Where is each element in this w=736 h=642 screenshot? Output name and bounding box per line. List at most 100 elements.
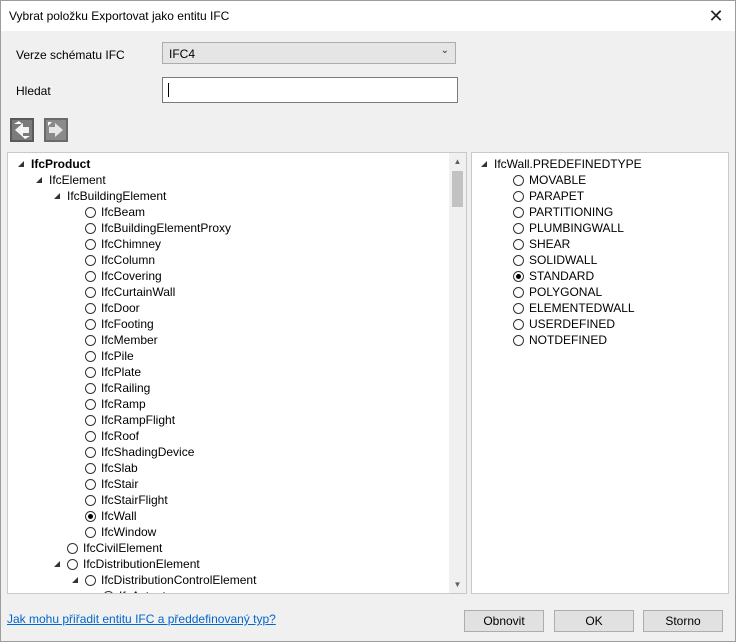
tree-item-ifcmember[interactable]: IfcMember xyxy=(85,332,158,348)
tree-expander-icon[interactable] xyxy=(53,560,61,568)
radio-button[interactable] xyxy=(513,238,524,250)
tree-item-ifcbuildingelement[interactable]: IfcBuildingElement xyxy=(53,188,166,204)
tree-item-ifcstair[interactable]: IfcStair xyxy=(85,476,138,492)
tree-item-ifcactuator[interactable]: IfcActuator xyxy=(103,588,176,593)
ok-button[interactable]: OK xyxy=(554,610,634,632)
tree-item-ifcramp[interactable]: IfcRamp xyxy=(85,396,146,412)
tree-item-ifcchimney[interactable]: IfcChimney xyxy=(85,236,161,252)
tree-item-ifcelement[interactable]: IfcElement xyxy=(35,172,106,188)
tree-item-ifccivilelement[interactable]: IfcCivilElement xyxy=(67,540,162,556)
radio-button[interactable] xyxy=(513,334,524,346)
radio-button[interactable] xyxy=(513,302,524,314)
refresh-button[interactable]: Obnovit xyxy=(464,610,544,632)
tree-item-ifcbeam[interactable]: IfcBeam xyxy=(85,204,145,220)
predefined-type-shear[interactable]: SHEAR xyxy=(513,236,570,252)
predefined-type-root[interactable]: IfcWall.PREDEFINEDTYPE xyxy=(480,156,642,172)
radio-button[interactable] xyxy=(85,270,96,282)
radio-button[interactable] xyxy=(513,318,524,330)
ifc-class-tree[interactable]: IfcProduct IfcElement IfcBuildingElement If… xyxy=(7,152,467,594)
radio-button[interactable] xyxy=(85,526,96,538)
radio-button[interactable] xyxy=(513,206,524,218)
radio-button[interactable] xyxy=(513,286,524,298)
radio-button[interactable] xyxy=(85,318,96,330)
tree-expander-icon[interactable] xyxy=(71,576,79,584)
radio-button[interactable] xyxy=(85,206,96,218)
predefined-type-elementedwall[interactable]: ELEMENTEDWALL xyxy=(513,300,635,316)
predefined-type-notdefined[interactable]: NOTDEFINED xyxy=(513,332,607,348)
radio-button[interactable] xyxy=(67,542,78,554)
scroll-down-icon[interactable]: ▼ xyxy=(449,576,466,593)
help-link[interactable]: Jak mohu přiřadit entitu IFC a předdefin… xyxy=(7,612,276,626)
radio-button[interactable] xyxy=(85,494,96,506)
tree-item-ifcdistributionelement[interactable]: IfcDistributionElement xyxy=(53,556,200,572)
tree-item-ifccurtainwall[interactable]: IfcCurtainWall xyxy=(85,284,175,300)
tree-item-ifcdoor[interactable]: IfcDoor xyxy=(85,300,140,316)
tree-item-ifcbuildingelementproxy[interactable]: IfcBuildingElementProxy xyxy=(85,220,231,236)
scroll-up-icon[interactable]: ▲ xyxy=(449,153,466,170)
tree-expander-icon[interactable] xyxy=(53,192,61,200)
tree-item-ifccolumn[interactable]: IfcColumn xyxy=(85,252,155,268)
predefined-type-standard[interactable]: STANDARD xyxy=(513,268,594,284)
predefined-type-userdefined[interactable]: USERDEFINED xyxy=(513,316,615,332)
tree-item-ifcrampflight[interactable]: IfcRampFlight xyxy=(85,412,175,428)
radio-button[interactable] xyxy=(85,574,96,586)
tree-expander-icon[interactable] xyxy=(17,160,25,168)
tree-item-ifcroof[interactable]: IfcRoof xyxy=(85,428,139,444)
search-input[interactable] xyxy=(162,77,458,103)
schema-version-dropdown[interactable]: IFC4 ⌄ xyxy=(162,42,456,64)
tree-item-ifcplate[interactable]: IfcPlate xyxy=(85,364,141,380)
radio-button[interactable] xyxy=(67,558,78,570)
radio-button[interactable] xyxy=(513,222,524,234)
radio-button[interactable] xyxy=(103,590,114,593)
radio-button[interactable] xyxy=(85,302,96,314)
cancel-button[interactable]: Storno xyxy=(643,610,723,632)
expand-all-button[interactable] xyxy=(9,117,35,143)
tree-item-ifcfooting[interactable]: IfcFooting xyxy=(85,316,154,332)
tree-item-ifcpile[interactable]: IfcPile xyxy=(85,348,134,364)
radio-button[interactable] xyxy=(85,510,96,522)
tree-item-ifcwindow[interactable]: IfcWindow xyxy=(85,524,156,540)
tree-item-ifcslab[interactable]: IfcSlab xyxy=(85,460,138,476)
tree-item-ifcwall[interactable]: IfcWall xyxy=(85,508,137,524)
predefined-type-movable[interactable]: MOVABLE xyxy=(513,172,586,188)
tree-item-label: IfcShadingDevice xyxy=(101,445,195,459)
vertical-scrollbar[interactable]: ▲ ▼ xyxy=(449,153,466,593)
predefined-type-tree[interactable]: IfcWall.PREDEFINEDTYPE MOVABLE PARAPET PART… xyxy=(471,152,729,594)
tree-item-ifcstairflight[interactable]: IfcStairFlight xyxy=(85,492,168,508)
radio-button[interactable] xyxy=(85,334,96,346)
tree-expander-icon[interactable] xyxy=(480,160,488,168)
predefined-type-plumbingwall[interactable]: PLUMBINGWALL xyxy=(513,220,624,236)
radio-button[interactable] xyxy=(513,270,524,282)
tree-item-ifcshadingdevice[interactable]: IfcShadingDevice xyxy=(85,444,194,460)
tree-item-ifccovering[interactable]: IfcCovering xyxy=(85,268,162,284)
radio-button[interactable] xyxy=(85,446,96,458)
radio-button[interactable] xyxy=(85,350,96,362)
radio-button[interactable] xyxy=(85,382,96,394)
radio-button[interactable] xyxy=(513,174,524,186)
tree-item-ifcrailing[interactable]: IfcRailing xyxy=(85,380,150,396)
predefined-type-label: SOLIDWALL xyxy=(529,253,598,267)
radio-button[interactable] xyxy=(85,478,96,490)
tree-expander-icon[interactable] xyxy=(35,176,43,184)
predefined-type-solidwall[interactable]: SOLIDWALL xyxy=(513,252,597,268)
scrollbar-thumb[interactable] xyxy=(452,171,463,207)
radio-button[interactable] xyxy=(513,254,524,266)
radio-button[interactable] xyxy=(85,222,96,234)
collapse-all-button[interactable] xyxy=(43,117,69,143)
predefined-type-polygonal[interactable]: POLYGONAL xyxy=(513,284,602,300)
radio-button[interactable] xyxy=(85,398,96,410)
close-icon[interactable]: ✕ xyxy=(703,3,729,29)
radio-button[interactable] xyxy=(85,286,96,298)
predefined-type-parapet[interactable]: PARAPET xyxy=(513,188,584,204)
predefined-type-partitioning[interactable]: PARTITIONING xyxy=(513,204,613,220)
tree-item-ifcdistributioncontrolelement[interactable]: IfcDistributionControlElement xyxy=(71,572,256,588)
radio-button[interactable] xyxy=(85,254,96,266)
tree-item-ifcproduct[interactable]: IfcProduct xyxy=(17,156,90,172)
radio-button[interactable] xyxy=(85,462,96,474)
radio-button[interactable] xyxy=(85,366,96,378)
predefined-type-label: PLUMBINGWALL xyxy=(529,221,624,235)
radio-button[interactable] xyxy=(85,414,96,426)
radio-button[interactable] xyxy=(513,190,524,202)
radio-button[interactable] xyxy=(85,238,96,250)
radio-button[interactable] xyxy=(85,430,96,442)
